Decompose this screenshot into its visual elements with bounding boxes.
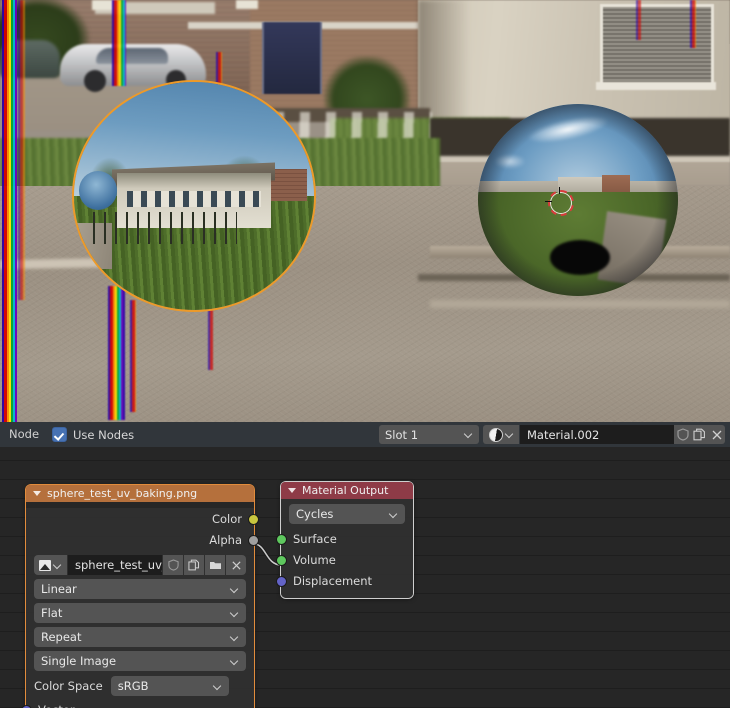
output-socket-alpha-label: Alpha (209, 532, 242, 547)
socket-color-dot[interactable] (248, 514, 259, 525)
chromatic-artifact-mid2 (130, 300, 136, 412)
slot-value: Slot 1 (385, 427, 419, 442)
node-material-output-title: Material Output (302, 484, 389, 497)
node-image-texture-title: sphere_test_uv_baking.png (47, 487, 198, 500)
render-target-dropdown[interactable]: Cycles (289, 504, 405, 524)
input-socket-surface[interactable]: Surface (276, 528, 413, 549)
use-nodes-label: Use Nodes (73, 427, 135, 442)
color-space-dropdown[interactable]: sRGB (110, 676, 229, 696)
color-space-row: Color Space sRGB (26, 676, 254, 696)
use-nodes-toggle[interactable]: Use Nodes (52, 427, 134, 442)
sphere-left[interactable] (74, 82, 314, 310)
chromatic-artifact-center (216, 52, 222, 86)
chromatic-artifact-mid3 (208, 306, 213, 370)
fake-user-shield-icon[interactable] (674, 425, 691, 444)
3d-viewport[interactable] (0, 0, 730, 422)
image-new-copy-icon[interactable] (184, 555, 204, 575)
extension-dropdown[interactable]: Repeat (34, 627, 246, 647)
image-unlink-close-icon[interactable] (226, 555, 246, 575)
chevron-down-icon (230, 633, 239, 642)
node-canvas[interactable]: sphere_test_uv_baking.png Color Alpha sp… (0, 447, 730, 708)
projection-row: Flat (26, 603, 254, 623)
projection-dropdown[interactable]: Flat (34, 603, 246, 623)
chromatic-artifact-left2 (18, 0, 25, 300)
output-socket-alpha[interactable]: Alpha (26, 529, 259, 550)
output-socket-color[interactable]: Color (26, 508, 259, 529)
material-ball-icon (488, 427, 503, 442)
input-socket-displacement-label: Displacement (293, 573, 373, 588)
material-name-value: Material.002 (527, 427, 600, 442)
input-socket-vector-label: Vector (38, 703, 75, 708)
node-image-texture-header[interactable]: sphere_test_uv_baking.png (26, 485, 254, 502)
collapse-triangle-icon[interactable] (288, 488, 296, 493)
slot-dropdown[interactable]: Slot 1 (379, 425, 479, 444)
chevron-down-icon (389, 510, 398, 519)
collapse-triangle-icon[interactable] (33, 491, 41, 496)
socket-alpha-dot[interactable] (248, 535, 259, 546)
node-material-output[interactable]: Material Output Cycles Surface Volume Di… (276, 482, 413, 598)
extension-value: Repeat (41, 630, 82, 644)
sphere-right[interactable] (478, 104, 678, 296)
input-socket-vector[interactable]: Vector (21, 699, 254, 708)
node-material-output-header[interactable]: Material Output (281, 482, 413, 499)
shader-node-editor: Node Use Nodes Slot 1 Material.002 spher… (0, 422, 730, 708)
3d-cursor-icon (545, 187, 574, 216)
image-name-value: sphere_test_uv_... (75, 558, 162, 572)
chevron-down-icon (505, 430, 514, 439)
chevron-down-icon (230, 657, 239, 666)
chromatic-artifact-right-top (690, 0, 696, 48)
source-dropdown[interactable]: Single Image (34, 651, 246, 671)
chevron-down-icon (230, 585, 239, 594)
image-icon (39, 559, 51, 571)
image-name-field[interactable]: sphere_test_uv_... (68, 555, 162, 575)
render-target-value: Cycles (296, 507, 334, 521)
chevron-down-icon (464, 430, 473, 439)
interpolation-value: Linear (41, 582, 77, 596)
image-open-folder-icon[interactable] (205, 555, 225, 575)
color-space-value: sRGB (117, 679, 149, 693)
new-material-copy-icon[interactable] (691, 425, 708, 444)
chromatic-artifact-mid-top (112, 0, 126, 86)
node-editor-header: Node Use Nodes Slot 1 Material.002 (0, 422, 730, 448)
use-nodes-checkbox[interactable] (52, 427, 68, 442)
blender-window: Node Use Nodes Slot 1 Material.002 spher… (0, 0, 730, 708)
source-row: Single Image (26, 651, 254, 671)
socket-volume-dot[interactable] (276, 555, 287, 566)
source-value: Single Image (41, 654, 117, 668)
node-image-texture-body: Color Alpha sphere_test_uv_... (21, 508, 259, 708)
input-socket-surface-label: Surface (293, 531, 337, 546)
interpolation-dropdown[interactable]: Linear (34, 579, 246, 599)
projection-value: Flat (41, 606, 63, 620)
extension-row: Repeat (26, 627, 254, 647)
material-name-field[interactable]: Material.002 (520, 425, 674, 444)
output-socket-color-label: Color (211, 511, 242, 526)
socket-displacement-dot[interactable] (276, 576, 287, 587)
node-material-output-body: Cycles Surface Volume Displacement (276, 499, 413, 598)
input-socket-volume[interactable]: Volume (276, 549, 413, 570)
unlink-close-icon[interactable] (708, 425, 725, 444)
socket-surface-dot[interactable] (276, 534, 287, 545)
chevron-down-icon (230, 609, 239, 618)
image-datablock-browse-button[interactable] (34, 555, 67, 575)
input-socket-volume-label: Volume (293, 552, 336, 567)
image-datablock-row: sphere_test_uv_... (26, 555, 254, 575)
node-menu[interactable]: Node (0, 422, 48, 447)
image-fake-user-shield-icon[interactable] (163, 555, 183, 575)
chevron-down-icon (53, 561, 62, 570)
chevron-down-icon (213, 682, 222, 691)
material-browse-button[interactable] (483, 425, 519, 444)
node-image-texture[interactable]: sphere_test_uv_baking.png Color Alpha sp… (21, 485, 259, 708)
input-socket-displacement[interactable]: Displacement (276, 570, 413, 591)
interpolation-row: Linear (26, 579, 254, 599)
chromatic-artifact-right (636, 0, 641, 40)
color-space-label: Color Space (34, 679, 103, 693)
chromatic-artifact-left (2, 0, 17, 422)
